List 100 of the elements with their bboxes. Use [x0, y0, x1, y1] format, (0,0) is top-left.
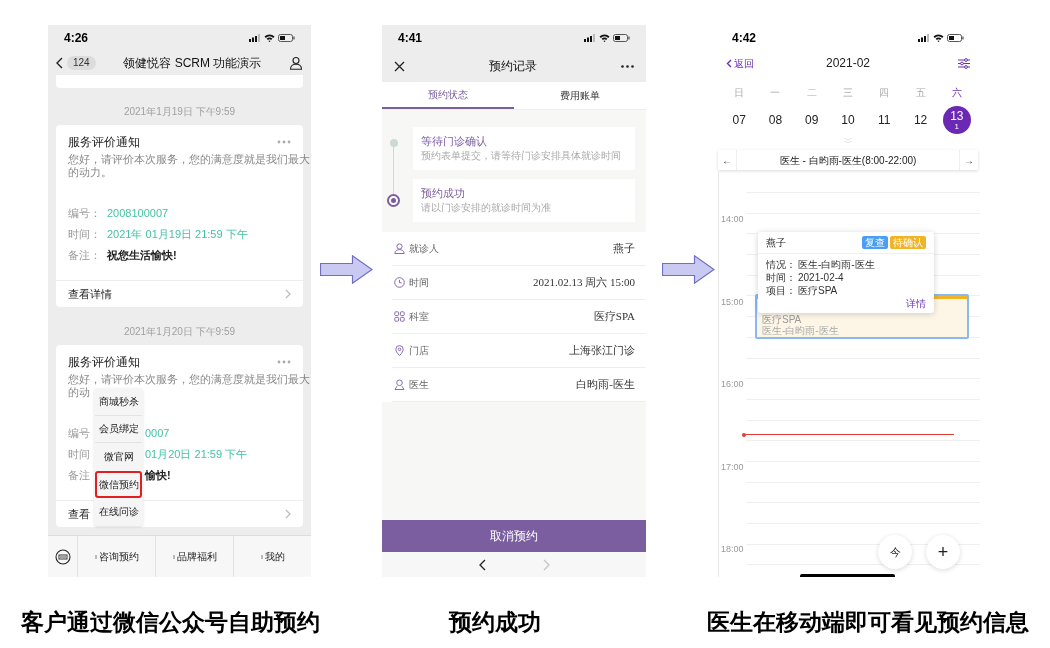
today-button[interactable]: 今 — [878, 535, 912, 569]
message-text: 您好，请评价本次服务，您的满意度就是我们最大 — [68, 153, 310, 166]
field-value: 祝您生活愉快! — [107, 248, 177, 264]
date-cell[interactable]: 13 1 — [942, 106, 971, 134]
message-text: 的动 — [68, 386, 90, 399]
cancel-booking-button[interactable]: 取消预约 — [382, 520, 646, 552]
info-value: 医疗SPA — [798, 284, 838, 297]
more-icon[interactable] — [621, 64, 634, 68]
field-value: 0007 — [145, 426, 170, 442]
field-value: 2008100007 — [107, 206, 169, 222]
add-button[interactable]: + — [926, 535, 960, 569]
chat-title: 领健悦容 SCRM 功能演示 — [122, 54, 263, 72]
details-link[interactable]: 查看 — [68, 505, 90, 523]
menu-tab[interactable]: 咨询预约 — [92, 549, 141, 564]
status-tag: 复查 — [862, 236, 888, 249]
grid-icon — [394, 311, 405, 322]
menu-item[interactable]: 商城秒杀 — [95, 388, 142, 416]
field-label: 时间 — [68, 447, 90, 463]
field-label: 备注 — [68, 468, 90, 484]
caption: 医生在移动端即可看见预约信息 — [707, 608, 1029, 636]
menu-item[interactable]: 微信预约 — [95, 470, 142, 498]
menu-tab[interactable]: 我的 — [258, 549, 287, 564]
battery-icon — [947, 33, 964, 42]
menu-item[interactable]: 在线问诊 — [95, 498, 142, 526]
previous-button[interactable]: ← — [718, 150, 737, 170]
caption: 预约成功 — [449, 608, 541, 636]
clock-icon — [394, 277, 405, 288]
weekday-label: 五 — [915, 86, 926, 100]
message-text: 您好，请评价本次服务，您的满意度就是我们最大 — [68, 373, 310, 386]
date-cell[interactable]: 11 — [870, 106, 899, 134]
hour-label: 18:00 — [721, 543, 744, 556]
details-link[interactable]: 详情 — [906, 297, 926, 310]
chevron-icon — [285, 289, 291, 299]
weekday-label: 六 — [951, 86, 962, 100]
detail-value: 白昀雨-医生 — [576, 377, 635, 393]
field-label: 时间： — [68, 227, 101, 243]
next-button[interactable]: → — [959, 150, 978, 170]
unread-badge: 124 — [67, 55, 96, 70]
menu-item[interactable]: 会员绑定 — [95, 415, 142, 443]
info-value: 医生-白昀雨-医生 — [798, 258, 875, 271]
detail-value: 上海张江门诊 — [569, 343, 635, 359]
field-label: 编号： — [68, 206, 101, 222]
signal-icon — [249, 33, 261, 42]
status-time: 4:26 — [64, 29, 89, 47]
signal-icon — [918, 33, 930, 42]
timestamp: 2021年1月19日 下午9:59 — [123, 106, 236, 117]
weekday-label: 三 — [843, 86, 853, 100]
detail-value: 2021.02.13 周六 15:00 — [532, 275, 635, 291]
back-icon[interactable] — [56, 56, 63, 69]
weekday-label: 日 — [734, 86, 745, 100]
battery-icon — [278, 33, 295, 42]
appointment-title: 医疗SPA — [762, 314, 802, 325]
date-cell[interactable]: 07 — [725, 106, 754, 134]
tab[interactable]: 预约状态 — [382, 82, 514, 109]
filter-icon[interactable] — [958, 57, 970, 69]
person-icon — [394, 243, 405, 254]
detail-label: 医生 — [409, 378, 429, 392]
status-title: 等待门诊确认 — [421, 134, 487, 149]
close-icon[interactable] — [394, 60, 405, 72]
field-value: 01月20日 21:59 下午 — [145, 447, 248, 463]
appointment-subtitle: 医生-白昀雨-医生 — [762, 325, 839, 336]
hour-label: 14:00 — [721, 213, 744, 225]
field-label: 备注： — [68, 248, 101, 264]
keyboard-icon[interactable] — [54, 548, 71, 565]
wifi-icon — [599, 33, 610, 42]
detail-value: 燕子 — [613, 241, 635, 257]
field-value: 愉快! — [145, 468, 171, 484]
tab[interactable]: 费用账单 — [514, 82, 646, 109]
detail-value: 医疗SPA — [593, 309, 635, 325]
person-icon[interactable] — [289, 55, 303, 70]
info-value: 2021-02-4 — [798, 271, 844, 284]
month-title: 2021-02 — [826, 55, 870, 72]
back-icon[interactable] — [479, 558, 486, 571]
caption: 客户通过微信公众号自助预约 — [20, 608, 320, 636]
message-text: 的动力。 — [68, 166, 112, 179]
flow-arrow — [661, 255, 715, 284]
back-link[interactable]: 返回 — [726, 55, 754, 71]
message-title: 服务评价通知 — [68, 135, 140, 149]
chevron-icon — [285, 509, 291, 519]
message-title: 服务评价通知 — [68, 355, 140, 369]
detail-label: 就诊人 — [409, 242, 439, 256]
info-label: 情况： — [766, 258, 797, 271]
date-cell[interactable]: 09 — [797, 106, 826, 134]
detail-label: 门店 — [409, 344, 429, 358]
details-link[interactable]: 查看详情 — [68, 285, 112, 303]
date-cell[interactable]: 12 — [906, 106, 935, 134]
status-note: 请以门诊安排的就诊时间为准 — [421, 201, 551, 215]
battery-icon — [613, 33, 630, 42]
status-time: 4:41 — [398, 29, 423, 47]
info-label: 项目： — [766, 284, 797, 297]
status-tag: 待确认 — [890, 236, 926, 249]
status-note: 预约表单提交，请等待门诊安排具体就诊时间 — [421, 149, 621, 163]
menu-tab[interactable]: 品牌福利 — [170, 549, 219, 564]
patient-name: 燕子 — [766, 236, 786, 250]
detail-label: 时间 — [409, 276, 429, 290]
hour-label: 16:00 — [721, 378, 744, 391]
menu-item[interactable]: 微官网 — [95, 443, 142, 471]
date-cell[interactable]: 10 — [834, 106, 862, 134]
date-cell[interactable]: 08 — [761, 106, 790, 134]
location-pin-icon — [394, 345, 405, 356]
